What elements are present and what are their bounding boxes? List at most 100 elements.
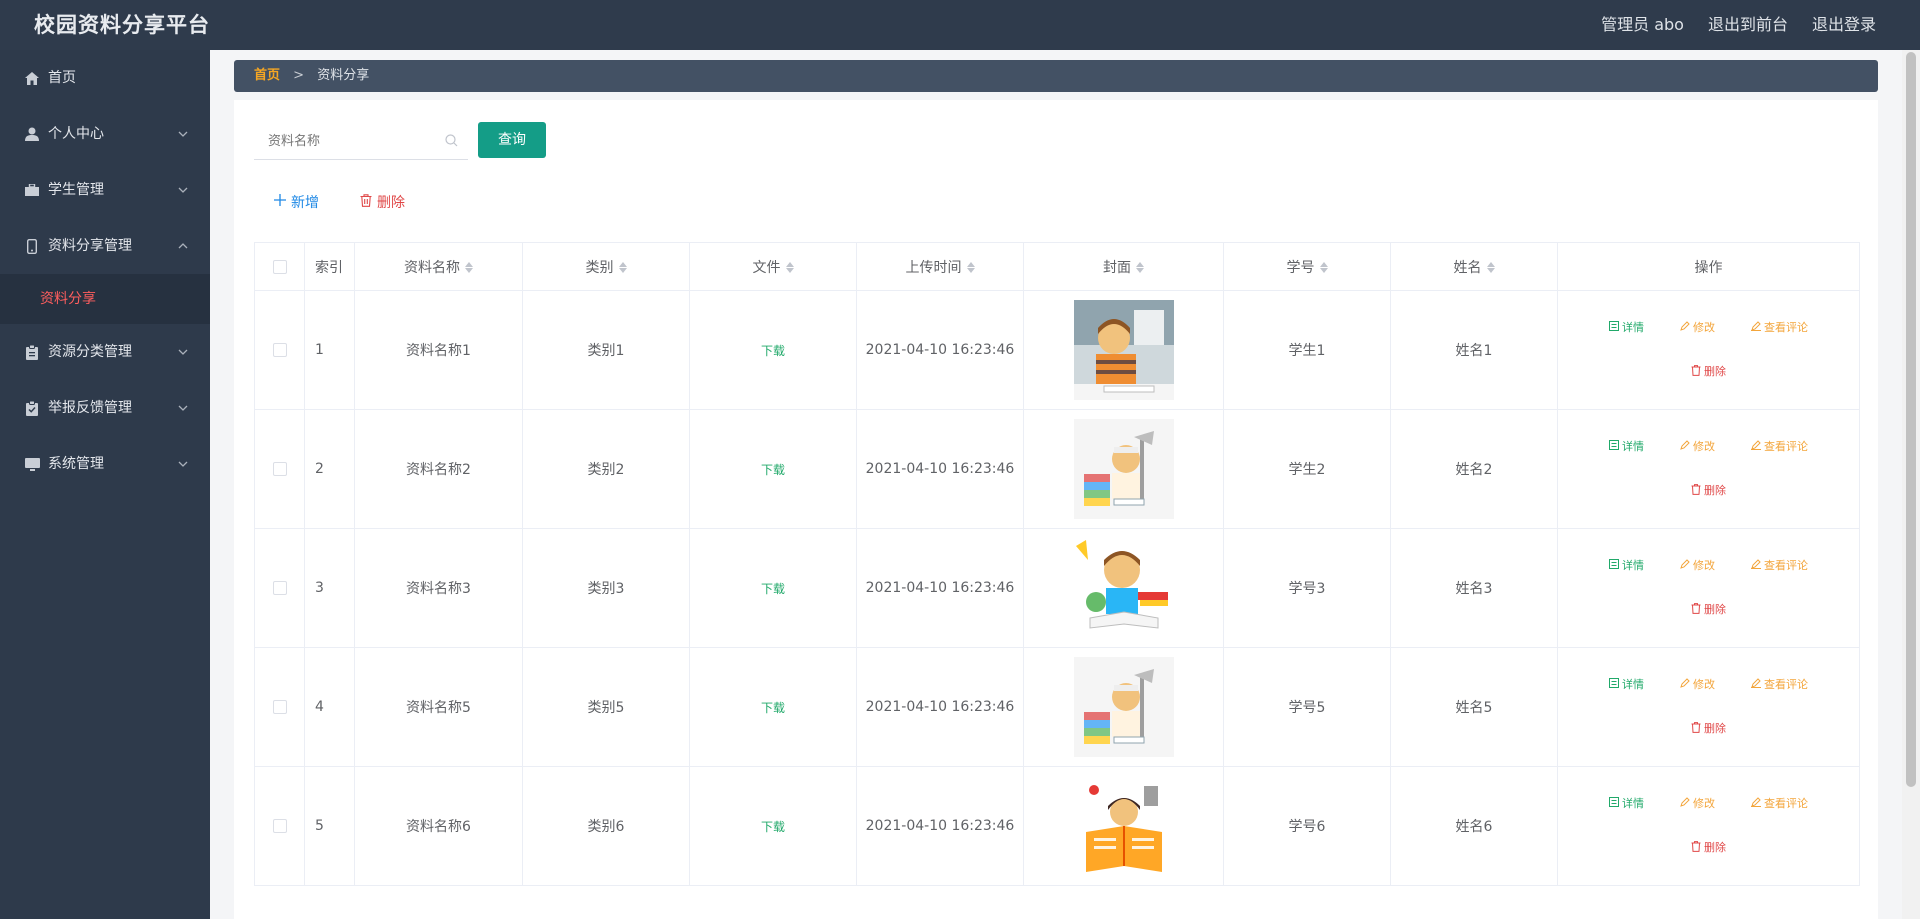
header-name[interactable]: 资料名称	[354, 242, 523, 291]
sidebar-item-label: 资源分类管理	[48, 344, 132, 360]
edit-label: 修改	[1693, 796, 1715, 810]
detail-button[interactable]: 详情	[1609, 796, 1644, 811]
header-file[interactable]: 文件	[689, 242, 857, 291]
header-student-no[interactable]: 学号	[1223, 242, 1391, 291]
sidebar-item-system-management[interactable]: 系统管理	[0, 436, 210, 492]
row-student-no: 学生1	[1223, 290, 1391, 410]
breadcrumb-separator: >	[293, 68, 305, 83]
row-delete-button[interactable]: 删除	[1691, 840, 1726, 856]
view-comments-button[interactable]: 查看评论	[1751, 559, 1808, 573]
home-icon	[24, 50, 40, 106]
sort-icon	[1486, 262, 1495, 273]
download-link[interactable]: 下载	[761, 701, 785, 715]
admin-label: 管理员 abo	[1601, 15, 1684, 34]
cover-image[interactable]	[1073, 657, 1174, 757]
scrollbar-thumb[interactable]	[1906, 52, 1916, 787]
row-upload-time: 2021-04-10 16:23:46	[856, 766, 1024, 886]
detail-icon	[1609, 677, 1619, 692]
sidebar-item-personal[interactable]: 个人中心	[0, 106, 210, 162]
add-button-label: 新增	[291, 195, 319, 211]
sidebar-subitem-share[interactable]: 资料分享	[0, 274, 210, 324]
search-input[interactable]	[254, 124, 440, 158]
detail-label: 详情	[1622, 439, 1644, 453]
sort-icon	[966, 262, 975, 273]
add-button[interactable]: 新增	[274, 192, 319, 212]
trash-icon	[1691, 721, 1701, 737]
row-cover-cell	[1023, 409, 1224, 529]
comment-edit-icon	[1751, 796, 1761, 811]
view-comments-label: 查看评论	[1764, 439, 1808, 453]
breadcrumb-home[interactable]: 首页	[254, 68, 280, 83]
row-select-cell	[254, 766, 305, 886]
to-front-link[interactable]: 退出到前台	[1708, 0, 1788, 50]
chevron-down-icon	[178, 106, 188, 162]
data-table: 索引 资料名称 类别 文件 上传时间 封面 学号 姓名 操作 1 资料名称1 类别1…	[254, 242, 1860, 886]
download-link[interactable]: 下载	[761, 463, 785, 477]
edit-button[interactable]: 修改	[1680, 559, 1715, 573]
view-comments-button[interactable]: 查看评论	[1751, 678, 1808, 692]
detail-button[interactable]: 详情	[1609, 320, 1644, 335]
row-delete-label: 删除	[1704, 841, 1726, 854]
breadcrumb: 首页 > 资料分享	[234, 60, 1878, 92]
download-link[interactable]: 下载	[761, 820, 785, 834]
row-name: 资料名称1	[354, 290, 523, 410]
cover-image[interactable]	[1073, 419, 1174, 519]
delete-button-label: 删除	[377, 195, 405, 211]
row-index: 4	[304, 647, 355, 767]
sidebar-item-home[interactable]: 首页	[0, 50, 210, 106]
header-upload-time[interactable]: 上传时间	[856, 242, 1024, 291]
header-student-name[interactable]: 姓名	[1390, 242, 1558, 291]
cover-image[interactable]	[1073, 300, 1174, 400]
row-checkbox[interactable]	[272, 581, 287, 595]
edit-icon	[1680, 320, 1690, 335]
select-all-checkbox[interactable]	[272, 259, 287, 274]
cover-image[interactable]	[1073, 538, 1174, 638]
sidebar: 首页 个人中心 学生管理 资料分享管理 资料分享 资源分类管理 举报反馈管理 系…	[0, 50, 210, 919]
chevron-up-icon	[178, 218, 188, 274]
header-cover[interactable]: 封面	[1023, 242, 1224, 291]
row-checkbox[interactable]	[272, 462, 287, 476]
batch-delete-button[interactable]: 删除	[360, 192, 405, 212]
edit-button[interactable]: 修改	[1680, 678, 1715, 692]
row-delete-button[interactable]: 删除	[1691, 483, 1726, 499]
row-category: 类别6	[522, 766, 690, 886]
row-actions: 详情 修改 查看评论删除	[1557, 766, 1860, 886]
view-comments-button[interactable]: 查看评论	[1751, 797, 1808, 811]
edit-button[interactable]: 修改	[1680, 440, 1715, 454]
download-link[interactable]: 下载	[761, 344, 785, 358]
row-delete-button[interactable]: 删除	[1691, 364, 1726, 380]
view-comments-button[interactable]: 查看评论	[1751, 440, 1808, 454]
sidebar-item-category-management[interactable]: 资源分类管理	[0, 324, 210, 380]
sidebar-item-share-management[interactable]: 资料分享管理	[0, 218, 210, 274]
download-link[interactable]: 下载	[761, 582, 785, 596]
row-delete-button[interactable]: 删除	[1691, 602, 1726, 618]
row-delete-button[interactable]: 删除	[1691, 721, 1726, 737]
edit-button[interactable]: 修改	[1680, 321, 1715, 335]
page-scrollbar[interactable]	[1902, 50, 1920, 919]
row-select-cell	[254, 290, 305, 410]
detail-button[interactable]: 详情	[1609, 439, 1644, 454]
sidebar-item-students[interactable]: 学生管理	[0, 162, 210, 218]
detail-button[interactable]: 详情	[1609, 677, 1644, 692]
sidebar-item-report-management[interactable]: 举报反馈管理	[0, 380, 210, 436]
header-file-label: 文件	[752, 259, 781, 276]
row-category: 类别5	[522, 647, 690, 767]
query-button[interactable]: 查询	[478, 122, 546, 158]
edit-icon	[1680, 677, 1690, 692]
edit-button[interactable]: 修改	[1680, 797, 1715, 811]
row-checkbox[interactable]	[272, 700, 287, 714]
logout-link[interactable]: 退出登录	[1812, 0, 1876, 50]
row-upload-time: 2021-04-10 16:23:46	[856, 647, 1024, 767]
cover-image[interactable]	[1073, 776, 1174, 876]
row-file-cell: 下载	[689, 409, 857, 529]
row-select-cell	[254, 647, 305, 767]
detail-label: 详情	[1622, 677, 1644, 691]
header-category[interactable]: 类别	[522, 242, 690, 291]
view-comments-button[interactable]: 查看评论	[1751, 321, 1808, 335]
view-comments-label: 查看评论	[1764, 796, 1808, 810]
row-checkbox[interactable]	[272, 819, 287, 833]
chevron-down-icon	[178, 324, 188, 380]
detail-button[interactable]: 详情	[1609, 558, 1644, 573]
row-checkbox[interactable]	[272, 343, 287, 357]
row-student-name: 姓名2	[1390, 409, 1558, 529]
